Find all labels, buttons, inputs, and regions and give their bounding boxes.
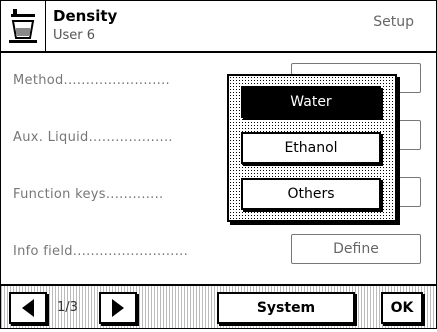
header-bar: Density User 6 Setup: [1, 1, 436, 53]
page-title: Density: [53, 7, 118, 25]
info-field-define-button[interactable]: Define: [291, 234, 421, 264]
option-others[interactable]: Others: [241, 178, 381, 210]
method-dropdown: Water Ethanol Others: [227, 74, 397, 222]
terminal-screen: Density User 6 Setup Method.............…: [0, 0, 437, 329]
option-water[interactable]: Water: [241, 86, 381, 118]
option-ethanol[interactable]: Ethanol: [241, 132, 381, 164]
user-label: User 6: [53, 28, 96, 43]
info-field-label: Info field..........................: [13, 244, 189, 259]
row-info-field[interactable]: Info field.......................... Def…: [1, 224, 436, 276]
arrow-left-icon: [22, 299, 34, 317]
page-indicator: 1/3: [57, 300, 78, 315]
mode-label: Setup: [373, 14, 414, 30]
balance-icon: [1, 1, 46, 51]
method-label: Method........................: [13, 73, 170, 88]
next-page-button[interactable]: [99, 292, 137, 324]
prev-page-button[interactable]: [9, 292, 47, 324]
system-button[interactable]: System: [217, 292, 355, 324]
arrow-right-icon: [112, 299, 124, 317]
footer-bar: 1/3 System OK: [1, 284, 436, 328]
function-keys-label: Function keys.............: [13, 187, 164, 202]
aux-liquid-label: Aux. Liquid...................: [13, 130, 173, 145]
ok-button[interactable]: OK: [381, 292, 423, 324]
